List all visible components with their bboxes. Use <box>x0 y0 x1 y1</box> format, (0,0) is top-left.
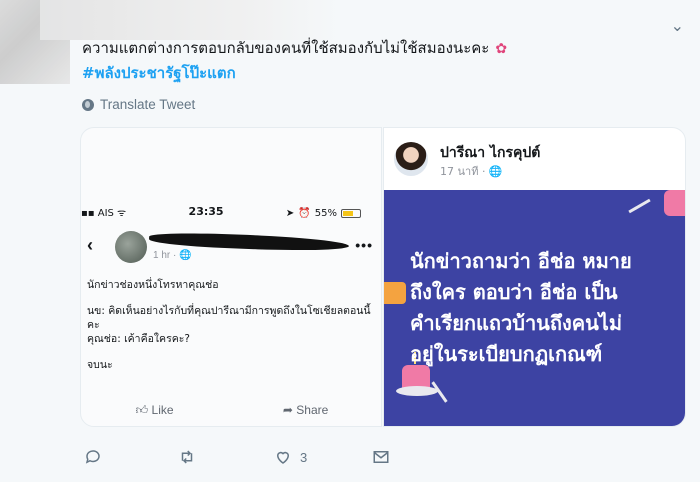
banner-line: ถึงใคร ตอบว่า อีช่อ เป็น <box>410 280 618 304</box>
cake-icon <box>384 282 406 304</box>
like-count: 3 <box>300 449 308 465</box>
alarm-icon: ⏰ <box>298 207 311 219</box>
battery-icon <box>341 208 361 218</box>
share-label: Share <box>296 403 329 417</box>
avatar <box>394 142 428 176</box>
avatar <box>115 231 147 263</box>
banner-line: อยู่ในระเบียบกฏเกณฑ์ <box>410 342 603 366</box>
media-image-right[interactable]: ปารีณา ไกรคุปต์ 17 นาที · 🌐 นักข่าวถามว่… <box>383 127 686 427</box>
more-options-icon: ••• <box>355 237 373 253</box>
banner-text: นักข่าวถามว่า อีช่อ หมาย ถึงใคร ตอบว่า อ… <box>410 246 685 370</box>
retweet-button[interactable] <box>178 448 196 466</box>
phone-status-bar: ▪▪ AIS ᯤ 23:35 ➤ ⏰ 55% <box>81 205 381 221</box>
globe-icon <box>82 98 94 111</box>
tweet-text-line: ความแตกต่างการตอบกลับของคนที่ใช้สมองกับไ… <box>82 39 490 57</box>
post-line: คุณช่อ: เค้าคือใครคะ? <box>87 333 190 345</box>
tweet-actions: 3 <box>84 445 404 469</box>
poster-name: ปารีณา ไกรคุปต์ <box>440 145 541 161</box>
banner-line: นักข่าวถามว่า อีช่อ หมาย <box>410 249 632 273</box>
post-meta: 1 hr · 🌐 <box>153 250 192 261</box>
translate-label: Translate Tweet <box>100 97 196 112</box>
post-meta: 17 นาที · 🌐 <box>440 165 503 178</box>
message-button[interactable] <box>372 448 390 466</box>
carrier-label: ▪▪ AIS ᯤ <box>81 208 127 219</box>
post-line: นข: คิดเห็นอย่างไรกับที่คุณปารีณามีการพู… <box>87 305 371 331</box>
share-arrow-icon: ➦ <box>282 403 293 417</box>
thumbs-up-icon: 👍︎ <box>135 403 149 417</box>
post-line: นักข่าวช่องหนึ่งโทรหาคุณช่อ <box>87 279 219 291</box>
back-chevron-icon: ‹ <box>87 235 93 255</box>
tweet-text: ความแตกต่างการตอบกลับของคนที่ใช้สมองกับไ… <box>82 38 507 59</box>
like-button[interactable]: 3 <box>274 448 307 466</box>
tweet: ⌄ ความแตกต่างการตอบกลับของคนที่ใช้สมองกั… <box>0 0 700 482</box>
translate-tweet-link[interactable]: Translate Tweet <box>82 97 195 112</box>
caret-down-icon[interactable]: ⌄ <box>671 16 684 36</box>
quote-banner: นักข่าวถามว่า อีช่อ หมาย ถึงใคร ตอบว่า อ… <box>384 190 685 426</box>
hashtag-link[interactable]: #พลังประชารัฐโป๊ะแตก <box>82 63 236 83</box>
message-icon <box>373 451 389 463</box>
banner-line: คำเรียกแถวบ้านถึงคนไม่ <box>410 311 623 335</box>
fb-share: ➦ Share <box>283 403 328 425</box>
location-icon: ➤ <box>285 207 295 219</box>
battery-percent: 55% <box>314 207 337 219</box>
cake-icon <box>664 190 685 216</box>
status-time: 23:35 <box>188 205 224 218</box>
blurred-avatar <box>0 0 340 84</box>
like-icon <box>276 451 290 464</box>
fb-like: 👍︎ Like <box>136 403 174 425</box>
reply-button[interactable] <box>84 448 102 466</box>
fb-post-header: ‹ 1 hr · 🌐 ••• <box>87 231 377 263</box>
retweet-icon <box>181 450 193 464</box>
like-label: Like <box>151 403 174 417</box>
plate-icon <box>396 386 438 396</box>
post-line: จบนะ <box>87 359 113 371</box>
reply-icon <box>85 450 100 464</box>
fork-icon <box>628 198 651 214</box>
flower-emoji-icon: ✿ <box>495 41 508 57</box>
media-image-left[interactable]: ▪▪ AIS ᯤ 23:35 ➤ ⏰ 55% ‹ 1 hr · 🌐 ••• นั… <box>80 127 382 427</box>
fb-actions: 👍︎ Like ➦ Share <box>81 403 381 425</box>
fb-post-body: นักข่าวช่องหนึ่งโทรหาคุณช่อ นข: คิดเห็นอ… <box>87 278 377 384</box>
status-right: ➤ ⏰ 55% <box>286 205 361 221</box>
